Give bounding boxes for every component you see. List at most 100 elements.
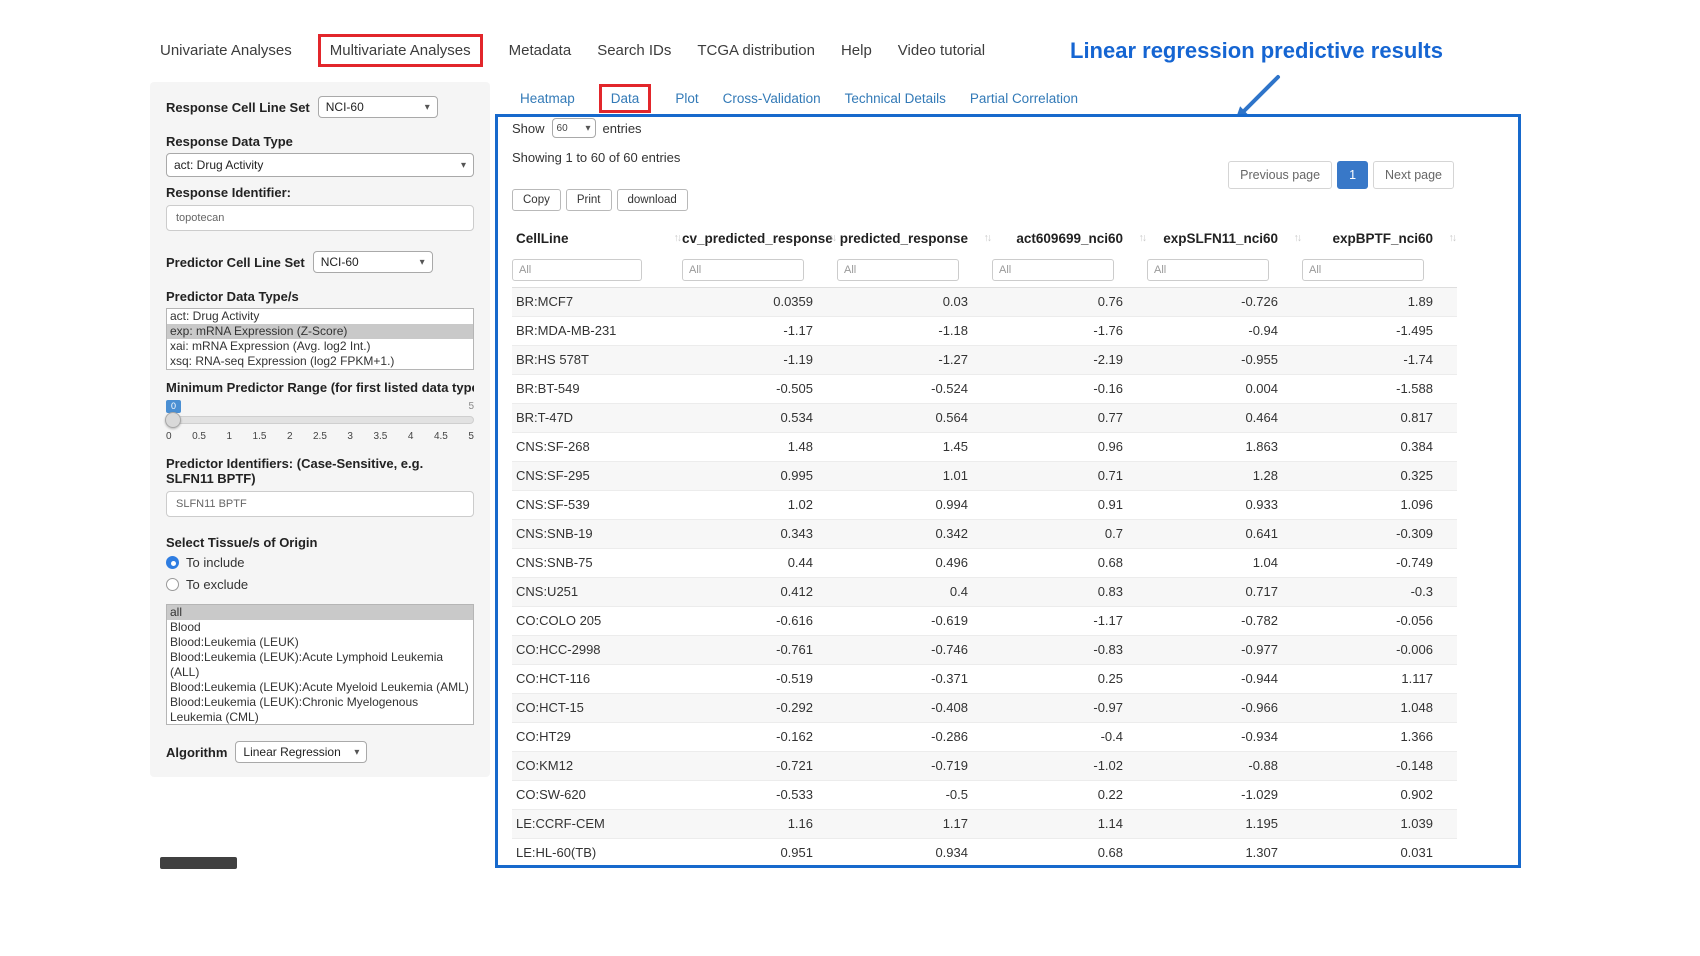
table-row: CO:HCT-15-0.292-0.408-0.97-0.9661.048 <box>512 693 1457 722</box>
predictor-data-type-option[interactable]: xsq: RNA-seq Expression (log2 FPKM+1.) <box>167 354 473 369</box>
header-row: CellLine↑↓cv_predicted_response↑↓predict… <box>512 223 1457 253</box>
copy-button[interactable]: Copy <box>512 189 561 211</box>
cell-value: 0.934 <box>837 838 992 867</box>
cell-value: 0.22 <box>992 780 1147 809</box>
results-table: CellLine↑↓cv_predicted_response↑↓predict… <box>512 223 1457 868</box>
results-panel: Show 60 ▾ entries Showing 1 to 60 of 60 … <box>495 114 1521 868</box>
sort-icon[interactable]: ↑↓ <box>674 232 681 244</box>
table-row: LE:CCRF-CEM1.161.171.141.1951.039 <box>512 809 1457 838</box>
min-predictor-range-label: Minimum Predictor Range (for first liste… <box>166 380 474 395</box>
cell-value: 0.83 <box>992 577 1147 606</box>
show-entries-select[interactable]: 60 ▾ <box>552 118 596 138</box>
cell-line-name: CO:HCT-116 <box>512 664 682 693</box>
next-page-button[interactable]: Next page <box>1373 161 1454 189</box>
cell-value: -0.371 <box>837 664 992 693</box>
slider-handle[interactable] <box>165 412 181 428</box>
tab-plot[interactable]: Plot <box>675 91 698 106</box>
tissue-option[interactable]: Blood:Leukemia (LEUK):Chronic Myelogenou… <box>167 695 473 725</box>
filter-input-cellline[interactable] <box>512 259 642 281</box>
nav-item-search-ids[interactable]: Search IDs <box>597 42 671 59</box>
entries-label: entries <box>603 121 642 136</box>
table-row: CNS:SF-2681.481.450.961.8630.384 <box>512 432 1457 461</box>
cell-value: 0.564 <box>837 403 992 432</box>
cell-value: -0.524 <box>837 374 992 403</box>
cell-value: 0.031 <box>1302 838 1457 867</box>
predictor-identifiers-label: Predictor Identifiers: (Case-Sensitive, … <box>166 456 474 486</box>
column-header-cellline[interactable]: CellLine↑↓ <box>512 223 682 253</box>
tissue-option[interactable]: all <box>167 605 473 620</box>
predictor-cell-line-set-select[interactable]: NCI-60 ▾ <box>313 251 433 273</box>
nav-item-metadata[interactable]: Metadata <box>509 42 572 59</box>
filter-input-cv-predicted-response[interactable] <box>682 259 804 281</box>
cell-value: -0.94 <box>1147 316 1302 345</box>
cell-value: 0.933 <box>1147 490 1302 519</box>
sort-icon[interactable]: ↑↓ <box>1294 232 1301 244</box>
cell-line-name: CO:HCT-15 <box>512 693 682 722</box>
table-row: CO:COLO 205-0.616-0.619-1.17-0.782-0.056 <box>512 606 1457 635</box>
column-header-expslfn11-nci60[interactable]: expSLFN11_nci60↑↓ <box>1147 223 1302 253</box>
response-identifier-input[interactable] <box>166 205 474 231</box>
exclude-radio[interactable] <box>166 578 179 591</box>
filter-input-act609699-nci60[interactable] <box>992 259 1114 281</box>
tissue-origin-listbox[interactable]: allBloodBlood:Leukemia (LEUK)Blood:Leuke… <box>166 604 474 725</box>
tab-data[interactable]: Data <box>599 84 652 113</box>
predictor-data-type-option[interactable]: act: Drug Activity <box>167 309 473 324</box>
sort-icon[interactable]: ↑↓ <box>829 232 836 244</box>
sort-icon[interactable]: ↑↓ <box>984 232 991 244</box>
tissue-option[interactable]: Blood:Leukemia (LEUK):Acute Lymphoid Leu… <box>167 650 473 680</box>
show-entries-value: 60 <box>557 123 568 134</box>
cell-line-name: CNS:U251 <box>512 577 682 606</box>
filter-input-expbptf-nci60[interactable] <box>1302 259 1424 281</box>
min-predictor-range-slider: 0 5 00.511.522.533.544.55 <box>166 399 474 442</box>
response-cell-line-set-select[interactable]: NCI-60 ▾ <box>318 96 438 118</box>
tissue-exclude-option[interactable]: To exclude <box>166 577 474 592</box>
nav-item-video-tutorial[interactable]: Video tutorial <box>898 42 985 59</box>
predictor-data-type-option[interactable]: exp: mRNA Expression (Z-Score) <box>167 324 473 339</box>
tab-heatmap[interactable]: Heatmap <box>520 91 575 106</box>
column-header-expbptf-nci60[interactable]: expBPTF_nci60 ↑↓ <box>1302 223 1457 253</box>
print-button[interactable]: Print <box>566 189 612 211</box>
nav-item-univariate-analyses[interactable]: Univariate Analyses <box>160 42 292 59</box>
previous-page-button[interactable]: Previous page <box>1228 161 1332 189</box>
table-row: CNS:U2510.4120.40.830.717-0.3 <box>512 577 1457 606</box>
cell-value: 0.71 <box>992 461 1147 490</box>
slider-track[interactable] <box>166 416 474 424</box>
page-number-button[interactable]: 1 <box>1337 161 1368 189</box>
cell-value: -0.148 <box>1302 751 1457 780</box>
column-header-label: expBPTF_nci60 <box>1332 231 1433 246</box>
tab-partial-correlation[interactable]: Partial Correlation <box>970 91 1078 106</box>
column-header-cv-predicted-response[interactable]: cv_predicted_response↑↓ <box>682 223 837 253</box>
column-header-act609699-nci60[interactable]: act609699_nci60↑↓ <box>992 223 1147 253</box>
algorithm-select[interactable]: Linear Regression ▾ <box>235 741 367 763</box>
response-cell-line-set-label: Response Cell Line Set <box>166 100 310 115</box>
tissue-option[interactable]: Blood:Leukemia (LEUK) <box>167 635 473 650</box>
nav-item-tcga-distribution[interactable]: TCGA distribution <box>697 42 815 59</box>
tissue-origin-label: Select Tissue/s of Origin <box>166 535 474 550</box>
include-radio[interactable] <box>166 556 179 569</box>
cell-value: 1.048 <box>1302 693 1457 722</box>
sort-icon[interactable]: ↑↓ <box>1449 232 1456 244</box>
cell-value: -0.934 <box>1147 722 1302 751</box>
filter-input-expslfn11-nci60[interactable] <box>1147 259 1269 281</box>
nav-item-multivariate-analyses[interactable]: Multivariate Analyses <box>318 34 483 67</box>
nav-item-help[interactable]: Help <box>841 42 872 59</box>
filter-input-predicted-response[interactable] <box>837 259 959 281</box>
predictor-data-types-listbox[interactable]: act: Drug Activityexp: mRNA Expression (… <box>166 308 474 370</box>
predictor-identifiers-input[interactable] <box>166 491 474 517</box>
slider-tick-label: 3 <box>347 431 353 442</box>
tissue-option[interactable]: Blood:Leukemia (LEUK):Acute Myeloid Leuk… <box>167 680 473 695</box>
cell-line-name: CNS:SNB-19 <box>512 519 682 548</box>
predictor-data-type-option[interactable]: xai: mRNA Expression (Avg. log2 Int.) <box>167 339 473 354</box>
sort-icon[interactable]: ↑↓ <box>1139 232 1146 244</box>
response-data-type-select[interactable]: act: Drug Activity ▾ <box>166 153 474 177</box>
cell-value: -0.505 <box>682 374 837 403</box>
cell-value: -1.495 <box>1302 316 1457 345</box>
column-header-predicted-response[interactable]: predicted_response↑↓ <box>837 223 992 253</box>
tab-cross-validation[interactable]: Cross-Validation <box>723 91 821 106</box>
tab-technical-details[interactable]: Technical Details <box>845 91 946 106</box>
cell-line-name: BR:BT-549 <box>512 374 682 403</box>
tissue-include-option[interactable]: To include <box>166 555 474 570</box>
tissue-option[interactable]: Blood <box>167 620 473 635</box>
download-button[interactable]: download <box>617 189 688 211</box>
tab-bar: Heatmap Data Plot Cross-Validation Technical… <box>520 84 1078 113</box>
